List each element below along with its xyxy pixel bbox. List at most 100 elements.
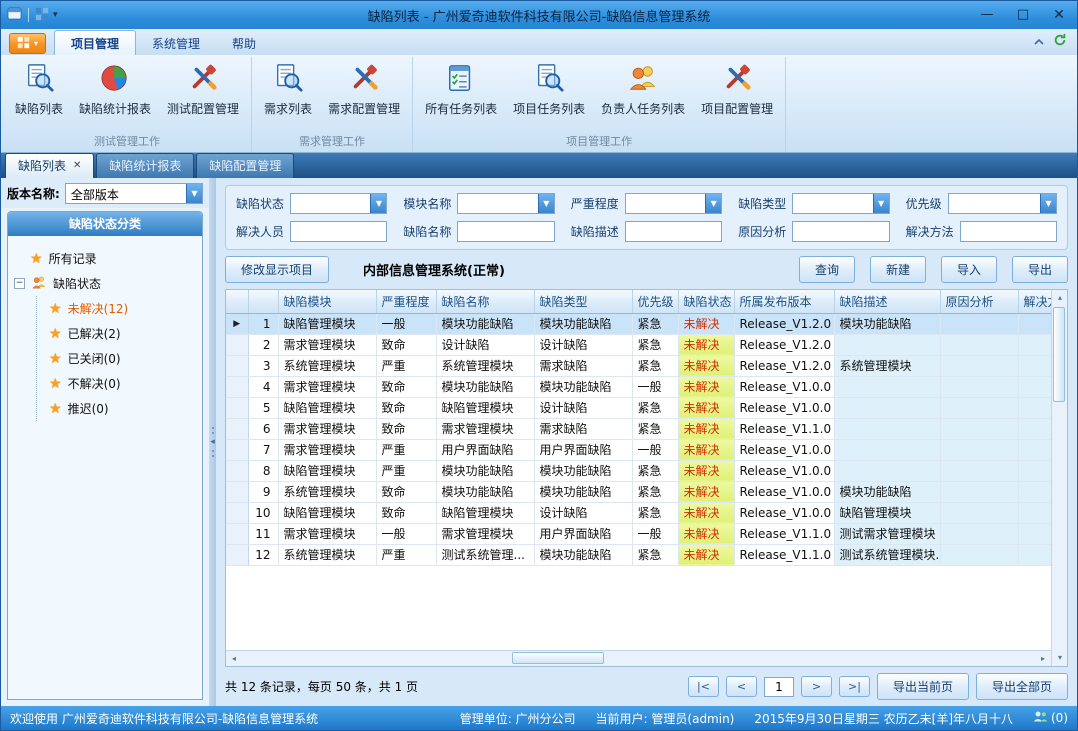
ribbon-button[interactable]: 项目任务列表 bbox=[505, 58, 593, 120]
row-selector[interactable] bbox=[226, 460, 248, 481]
grid-cell[interactable]: 紧急 bbox=[632, 502, 678, 523]
grid-cell[interactable]: 用户界面缺陷 bbox=[534, 523, 632, 544]
grid-cell[interactable] bbox=[1018, 523, 1051, 544]
grid-cell[interactable] bbox=[940, 439, 1018, 460]
tree-item[interactable]: ★已关闭(0) bbox=[37, 346, 196, 371]
filter-input[interactable] bbox=[290, 221, 387, 242]
first-page-button[interactable]: |< bbox=[688, 676, 719, 697]
filter-select[interactable]: ▼ bbox=[457, 193, 554, 214]
grid-cell[interactable]: 模块功能缺陷 bbox=[834, 481, 940, 502]
table-row[interactable]: ▶1缺陷管理模块一般模块功能缺陷模块功能缺陷紧急未解决Release_V1.2.… bbox=[226, 313, 1051, 334]
next-page-button[interactable]: > bbox=[801, 676, 832, 697]
grid-cell[interactable] bbox=[940, 397, 1018, 418]
grid-cell[interactable]: 需求管理模块 bbox=[278, 334, 376, 355]
ribbon-button[interactable]: 缺陷列表 bbox=[7, 58, 71, 120]
row-selector[interactable] bbox=[226, 355, 248, 376]
grid-cell[interactable]: 致命 bbox=[376, 397, 436, 418]
table-row[interactable]: 10缺陷管理模块致命缺陷管理模块设计缺陷紧急未解决Release_V1.0.0缺… bbox=[226, 502, 1051, 523]
grid-cell[interactable]: 紧急 bbox=[632, 418, 678, 439]
close-button[interactable]: ✕ bbox=[1041, 2, 1077, 28]
dropdown-arrow-icon[interactable]: ▼ bbox=[370, 194, 386, 213]
row-selector[interactable] bbox=[226, 418, 248, 439]
dropdown-arrow-icon[interactable]: ▼ bbox=[1040, 194, 1056, 213]
tree-item[interactable]: ★不解决(0) bbox=[37, 371, 196, 396]
table-row[interactable]: 9系统管理模块致命模块功能缺陷模块功能缺陷紧急未解决Release_V1.0.0… bbox=[226, 481, 1051, 502]
grid-cell[interactable] bbox=[1018, 460, 1051, 481]
column-header[interactable] bbox=[226, 290, 248, 313]
grid-cell[interactable]: 一般 bbox=[632, 439, 678, 460]
grid-cell[interactable]: 设计缺陷 bbox=[534, 397, 632, 418]
close-tab-icon[interactable]: ✕ bbox=[73, 160, 81, 171]
row-selector[interactable] bbox=[226, 397, 248, 418]
row-selector[interactable] bbox=[226, 481, 248, 502]
grid-cell[interactable]: 测试系统管理... bbox=[436, 544, 534, 565]
grid-cell[interactable]: 致命 bbox=[376, 418, 436, 439]
grid-cell[interactable]: 缺陷管理模块 bbox=[436, 502, 534, 523]
dropdown-arrow-icon[interactable]: ▼ bbox=[705, 194, 721, 213]
grid-cell[interactable]: 系统管理模块 bbox=[278, 355, 376, 376]
grid-cell[interactable]: 设计缺陷 bbox=[534, 334, 632, 355]
grid-cell[interactable] bbox=[940, 481, 1018, 502]
grid-cell[interactable]: Release_V1.0.0 bbox=[734, 397, 834, 418]
scroll-down-icon[interactable]: ▾ bbox=[1052, 650, 1068, 666]
grid-cell[interactable] bbox=[834, 439, 940, 460]
grid-cell[interactable]: 需求管理模块 bbox=[278, 523, 376, 544]
grid-cell[interactable] bbox=[834, 418, 940, 439]
grid-cell[interactable]: 缺陷管理模块 bbox=[278, 313, 376, 334]
grid-cell[interactable]: 未解决 bbox=[678, 544, 734, 565]
dropdown-arrow-icon[interactable]: ▼ bbox=[186, 184, 202, 203]
grid-cell[interactable]: 需求管理模块 bbox=[278, 418, 376, 439]
dropdown-arrow-icon[interactable]: ▼ bbox=[873, 194, 889, 213]
grid-cell[interactable]: 致命 bbox=[376, 502, 436, 523]
grid-cell[interactable]: 缺陷管理模块 bbox=[278, 502, 376, 523]
horizontal-scrollbar[interactable]: ◂ ▸ bbox=[226, 650, 1051, 666]
column-header[interactable]: 缺陷类型 bbox=[534, 290, 632, 313]
row-selector[interactable] bbox=[226, 376, 248, 397]
grid-cell[interactable]: 模块功能缺陷 bbox=[534, 313, 632, 334]
grid-cell[interactable]: Release_V1.0.0 bbox=[734, 376, 834, 397]
grid-cell[interactable] bbox=[940, 502, 1018, 523]
vertical-scrollbar[interactable]: ▴ ▾ bbox=[1051, 290, 1067, 666]
grid-cell[interactable]: 模块功能缺陷 bbox=[834, 313, 940, 334]
grid-cell[interactable]: 未解决 bbox=[678, 481, 734, 502]
grid-cell[interactable] bbox=[1018, 544, 1051, 565]
grid-cell[interactable]: 未解决 bbox=[678, 460, 734, 481]
minimize-button[interactable]: — bbox=[969, 2, 1005, 28]
grid-cell[interactable]: Release_V1.2.0 bbox=[734, 355, 834, 376]
table-row[interactable]: 12系统管理模块严重测试系统管理...模块功能缺陷紧急未解决Release_V1… bbox=[226, 544, 1051, 565]
grid-cell[interactable]: Release_V1.1.0 bbox=[734, 523, 834, 544]
dropdown-arrow-icon[interactable]: ▼ bbox=[538, 194, 554, 213]
grid-view-icon[interactable] bbox=[35, 6, 49, 25]
grid-cell[interactable]: 缺陷管理模块 bbox=[436, 397, 534, 418]
grid-cell[interactable]: 未解决 bbox=[678, 334, 734, 355]
doc-tab[interactable]: 缺陷列表✕ bbox=[5, 153, 94, 178]
grid-cell[interactable]: 紧急 bbox=[632, 334, 678, 355]
grid-cell[interactable]: 致命 bbox=[376, 334, 436, 355]
grid-cell[interactable]: 紧急 bbox=[632, 481, 678, 502]
column-header[interactable]: 原因分析 bbox=[940, 290, 1018, 313]
grid-cell[interactable]: 一般 bbox=[632, 376, 678, 397]
modify-columns-button[interactable]: 修改显示项目 bbox=[225, 256, 329, 283]
export-button[interactable]: 导出 bbox=[1012, 256, 1068, 283]
ribbon-button[interactable]: 需求列表 bbox=[256, 58, 320, 120]
grid-cell[interactable]: 用户界面缺陷 bbox=[436, 439, 534, 460]
row-selector[interactable] bbox=[226, 334, 248, 355]
column-header[interactable]: 缺陷描述 bbox=[834, 290, 940, 313]
filter-input[interactable] bbox=[960, 221, 1057, 242]
grid-cell[interactable]: 紧急 bbox=[632, 313, 678, 334]
row-selector[interactable] bbox=[226, 439, 248, 460]
maximize-button[interactable]: □ bbox=[1005, 2, 1041, 28]
tree-item[interactable]: ★未解决(12) bbox=[37, 296, 196, 321]
ribbon-button[interactable]: 测试配置管理 bbox=[159, 58, 247, 120]
ribbon-tab[interactable]: 帮助 bbox=[216, 31, 272, 55]
grid-cell[interactable]: 未解决 bbox=[678, 418, 734, 439]
row-selector[interactable] bbox=[226, 523, 248, 544]
scroll-right-icon[interactable]: ▸ bbox=[1035, 651, 1051, 667]
tree-item[interactable]: ★推迟(0) bbox=[37, 396, 196, 421]
grid-cell[interactable]: 缺陷管理模块 bbox=[834, 502, 940, 523]
grid-cell[interactable]: Release_V1.0.0 bbox=[734, 460, 834, 481]
grid-cell[interactable]: 一般 bbox=[376, 523, 436, 544]
version-select[interactable]: 全部版本 ▼ bbox=[65, 183, 203, 204]
grid-cell[interactable]: 用户界面缺陷 bbox=[534, 439, 632, 460]
scroll-up-icon[interactable]: ▴ bbox=[1052, 290, 1068, 306]
